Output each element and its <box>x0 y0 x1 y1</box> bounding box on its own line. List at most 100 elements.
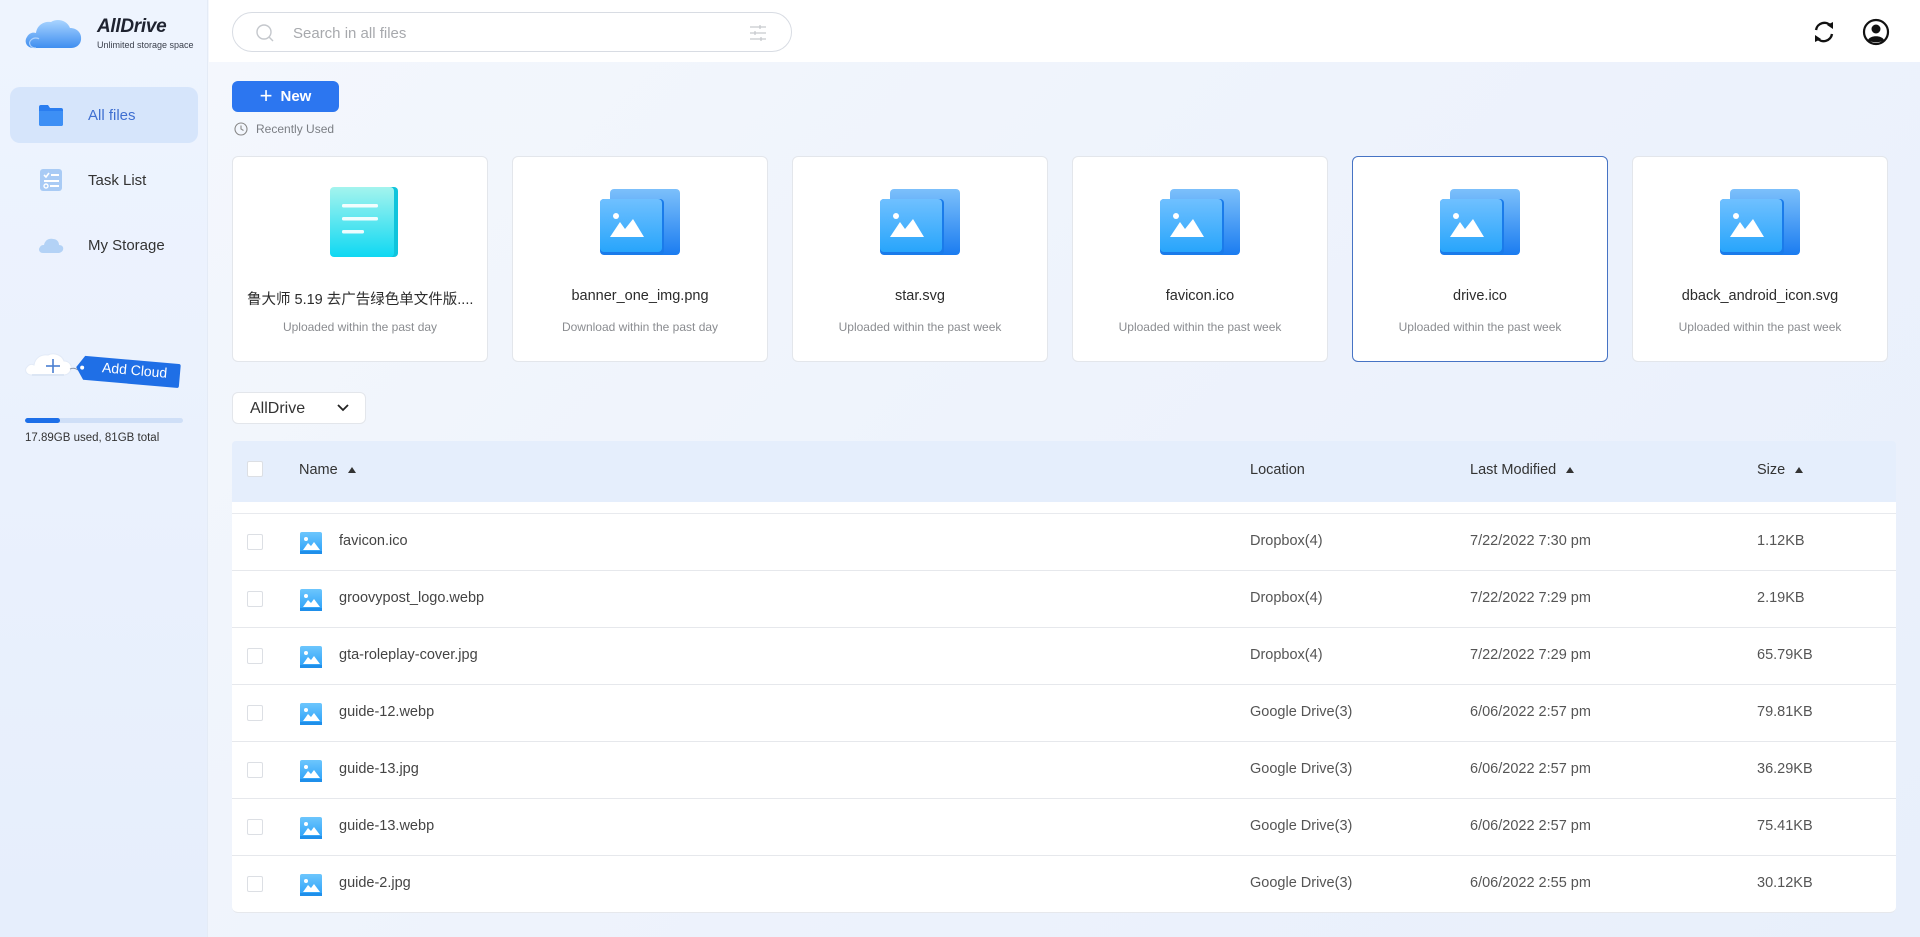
column-label: Name <box>299 462 338 478</box>
recent-file-name: star.svg <box>895 288 945 304</box>
sidebar-nav: All files Task List My Storage <box>10 87 198 282</box>
folder-icon <box>39 105 63 126</box>
recent-files: 鲁大师 5.19 去广告绿色单文件版.... Uploaded within t… <box>232 156 1888 362</box>
recent-file-card[interactable]: star.svg Uploaded within the past week <box>792 156 1048 362</box>
file-name[interactable]: gta-roleplay-cover.jpg <box>339 647 478 663</box>
recently-used-heading: Recently Used <box>234 122 334 136</box>
column-header-name[interactable]: Name <box>299 462 357 478</box>
file-last-modified: 7/22/2022 7:29 pm <box>1470 647 1591 663</box>
column-label: Size <box>1757 462 1786 478</box>
table-row[interactable]: favicon.ico Dropbox(4) 7/22/2022 7:30 pm… <box>232 514 1896 571</box>
plus-icon: + <box>259 82 273 108</box>
table-spacer <box>232 502 1896 514</box>
row-checkbox[interactable] <box>247 534 263 550</box>
row-checkbox[interactable] <box>247 648 263 664</box>
recent-file-status: Uploaded within the past week <box>1678 320 1842 334</box>
table-body: favicon.ico Dropbox(4) 7/22/2022 7:30 pm… <box>232 514 1896 913</box>
select-all-checkbox[interactable] <box>247 461 263 477</box>
file-location: Google Drive(3) <box>1250 818 1353 834</box>
row-checkbox[interactable] <box>247 876 263 892</box>
recent-file-card[interactable]: favicon.ico Uploaded within the past wee… <box>1072 156 1328 362</box>
recent-file-name: drive.ico <box>1453 288 1507 304</box>
new-button[interactable]: + New <box>232 81 339 112</box>
app-logo[interactable]: AllDrive Unlimited storage space <box>24 14 204 54</box>
file-name[interactable]: favicon.ico <box>339 533 408 549</box>
row-checkbox[interactable] <box>247 819 263 835</box>
file-last-modified: 6/06/2022 2:55 pm <box>1470 875 1591 891</box>
search-input[interactable] <box>293 22 713 44</box>
filter-icon[interactable] <box>749 24 767 42</box>
new-button-label: New <box>280 88 312 105</box>
user-account-icon[interactable] <box>1862 18 1890 46</box>
file-name[interactable]: guide-2.jpg <box>339 875 411 891</box>
column-header-last-modified[interactable]: Last Modified <box>1470 462 1575 478</box>
sidebar-item-all-files[interactable]: All files <box>10 87 198 143</box>
sidebar-item-my-storage[interactable]: My Storage <box>10 217 198 273</box>
recent-file-status: Uploaded within the past week <box>1398 320 1562 334</box>
file-last-modified: 7/22/2022 7:30 pm <box>1470 533 1591 549</box>
image-file-icon <box>300 646 322 668</box>
app-title: AllDrive <box>97 16 167 37</box>
column-label: Last Modified <box>1470 462 1557 478</box>
file-name[interactable]: guide-13.webp <box>339 818 434 834</box>
table-row[interactable]: gta-roleplay-cover.jpg Dropbox(4) 7/22/2… <box>232 628 1896 685</box>
storage-usage-fill <box>25 418 60 423</box>
sidebar-item-label: All files <box>88 106 136 124</box>
recent-file-card[interactable]: dback_android_icon.svg Uploaded within t… <box>1632 156 1888 362</box>
app-subtitle: Unlimited storage space <box>97 40 194 50</box>
file-name[interactable]: guide-13.jpg <box>339 761 419 777</box>
alldrive-logo-icon <box>25 20 82 49</box>
table-row[interactable]: groovypost_logo.webp Dropbox(4) 7/22/202… <box>232 571 1896 628</box>
image-file-icon <box>300 760 322 782</box>
column-header-size[interactable]: Size <box>1757 462 1804 478</box>
image-file-icon <box>1720 189 1800 255</box>
recent-file-name: banner_one_img.png <box>571 288 709 304</box>
recent-file-status: Uploaded within the past day <box>282 320 438 334</box>
file-last-modified: 6/06/2022 2:57 pm <box>1470 761 1591 777</box>
cloud-icon <box>39 238 64 253</box>
image-file-icon <box>300 874 322 896</box>
top-bar <box>209 0 1920 62</box>
file-last-modified: 6/06/2022 2:57 pm <box>1470 818 1591 834</box>
file-size: 30.12KB <box>1757 875 1813 891</box>
row-checkbox[interactable] <box>247 591 263 607</box>
sidebar-item-label: Task List <box>88 171 147 189</box>
file-location: Google Drive(3) <box>1250 761 1353 777</box>
sidebar-item-task-list[interactable]: Task List <box>10 152 198 208</box>
recent-file-status: Download within the past day <box>561 320 719 334</box>
add-cloud-button[interactable]: Add Cloud <box>24 345 184 395</box>
file-name[interactable]: guide-12.webp <box>339 704 434 720</box>
table-header: Name Location Last Modified Size <box>232 441 1896 502</box>
search-box <box>232 12 792 52</box>
file-location: Google Drive(3) <box>1250 704 1353 720</box>
file-location: Google Drive(3) <box>1250 875 1353 891</box>
file-location: Dropbox(4) <box>1250 590 1323 606</box>
file-size: 1.12KB <box>1757 533 1805 549</box>
file-size: 36.29KB <box>1757 761 1813 777</box>
row-checkbox[interactable] <box>247 762 263 778</box>
recent-file-card[interactable]: 鲁大师 5.19 去广告绿色单文件版.... Uploaded within t… <box>232 156 488 362</box>
sort-asc-icon <box>1795 467 1804 473</box>
recent-file-card[interactable]: drive.ico Uploaded within the past week <box>1352 156 1608 362</box>
storage-usage-bar <box>25 418 183 423</box>
recent-file-status: Uploaded within the past week <box>1118 320 1282 334</box>
sort-asc-icon <box>347 467 356 473</box>
sync-icon[interactable] <box>1810 18 1838 46</box>
drive-filter-dropdown[interactable]: AllDrive <box>232 392 366 424</box>
table-row[interactable]: guide-13.jpg Google Drive(3) 6/06/2022 2… <box>232 742 1896 799</box>
table-row[interactable]: guide-2.jpg Google Drive(3) 6/06/2022 2:… <box>232 856 1896 913</box>
drive-filter-value: AllDrive <box>250 400 306 417</box>
document-file-icon <box>330 187 398 257</box>
recent-file-card[interactable]: banner_one_img.png Download within the p… <box>512 156 768 362</box>
recent-file-name: 鲁大师 5.19 去广告绿色单文件版.... <box>247 292 473 308</box>
table-row[interactable]: guide-13.webp Google Drive(3) 6/06/2022 … <box>232 799 1896 856</box>
column-header-location[interactable]: Location <box>1250 462 1305 478</box>
search-icon[interactable] <box>255 23 275 43</box>
row-checkbox[interactable] <box>247 705 263 721</box>
image-file-icon <box>300 589 322 611</box>
file-size: 79.81KB <box>1757 704 1813 720</box>
table-row[interactable]: guide-12.webp Google Drive(3) 6/06/2022 … <box>232 685 1896 742</box>
clock-icon <box>234 122 248 136</box>
sort-asc-icon <box>1566 467 1575 473</box>
file-name[interactable]: groovypost_logo.webp <box>339 590 484 606</box>
